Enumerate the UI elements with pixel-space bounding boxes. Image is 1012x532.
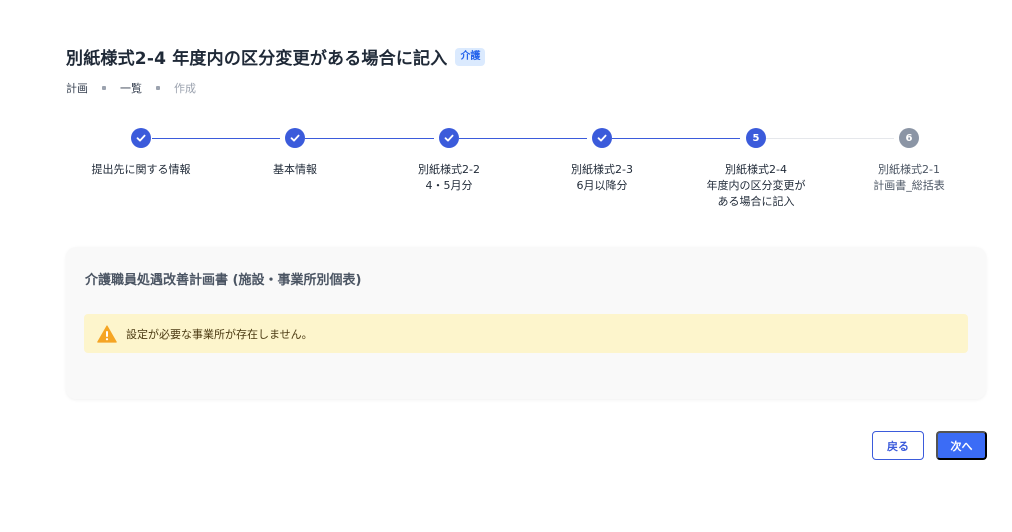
breadcrumb-item-plan[interactable]: 計画 [66,80,88,96]
check-icon [131,128,151,148]
step-number: 6 [899,128,919,148]
breadcrumb-separator [156,86,160,90]
facility-plan-card: 介護職員処遇改善計画書 (施設・事業所別個表) 設定が必要な事業所が存在しません… [66,247,986,399]
step-label-line: 6月以降分 [576,179,628,192]
step-label: 提出先に関する情報 [76,162,206,178]
title-row: 別紙様式2-4 年度内の区分変更がある場合に記入 介護 [66,44,486,69]
step-2: 基本情報 [230,128,360,178]
step-label: 基本情報 [230,162,360,178]
step-label-line: 別紙様式2-4 [725,163,787,176]
check-icon [439,128,459,148]
step-label-line: 基本情報 [273,163,317,176]
check-icon [285,128,305,148]
breadcrumb-separator [102,86,106,90]
step-1: 提出先に関する情報 [76,128,206,178]
step-number: 5 [746,128,766,148]
alert-message: 設定が必要な事業所が存在しません。 [126,327,313,341]
step-label-line: 別紙様式2-1 [878,163,940,176]
check-icon [592,128,612,148]
next-button[interactable]: 次へ [936,431,987,460]
category-badge: 介護 [455,47,486,66]
step-label-line: 計画書_総括表 [873,179,945,192]
step-5: 5 別紙様式2-4 年度内の区分変更が ある場合に記入 [691,128,821,210]
back-button[interactable]: 戻る [872,431,924,460]
step-label: 別紙様式2-4 年度内の区分変更が ある場合に記入 [691,162,821,210]
step-label: 別紙様式2-2 4・5月分 [384,162,514,194]
warning-icon [97,324,117,343]
step-label: 別紙様式2-3 6月以降分 [537,162,667,194]
step-label-line: 別紙様式2-2 [418,163,480,176]
step-4: 別紙様式2-3 6月以降分 [537,128,667,194]
step-label-line: ある場合に記入 [717,195,795,208]
breadcrumb-item-create: 作成 [174,82,196,95]
step-label-line: 年度内の区分変更が [706,179,806,192]
card-title: 介護職員処遇改善計画書 (施設・事業所別個表) [85,273,362,288]
page-title: 別紙様式2-4 年度内の区分変更がある場合に記入 [66,49,448,69]
step-6: 6 別紙様式2-1 計画書_総括表 [844,128,974,194]
step-label: 別紙様式2-1 計画書_総括表 [844,162,974,194]
warning-alert: 設定が必要な事業所が存在しません。 [84,314,968,353]
step-label-line: 4・5月分 [425,179,473,192]
progress-stepper: 提出先に関する情報 基本情報 別紙様式2-2 4・5月分 別紙様式2-3 6月以降分 5 別紙… [0,128,1012,228]
step-label-line: 別紙様式2-3 [571,163,633,176]
breadcrumb: 計画 一覧 作成 [66,80,196,96]
step-3: 別紙様式2-2 4・5月分 [384,128,514,194]
breadcrumb-item-list[interactable]: 一覧 [120,80,142,96]
step-label-line: 提出先に関する情報 [91,163,191,176]
